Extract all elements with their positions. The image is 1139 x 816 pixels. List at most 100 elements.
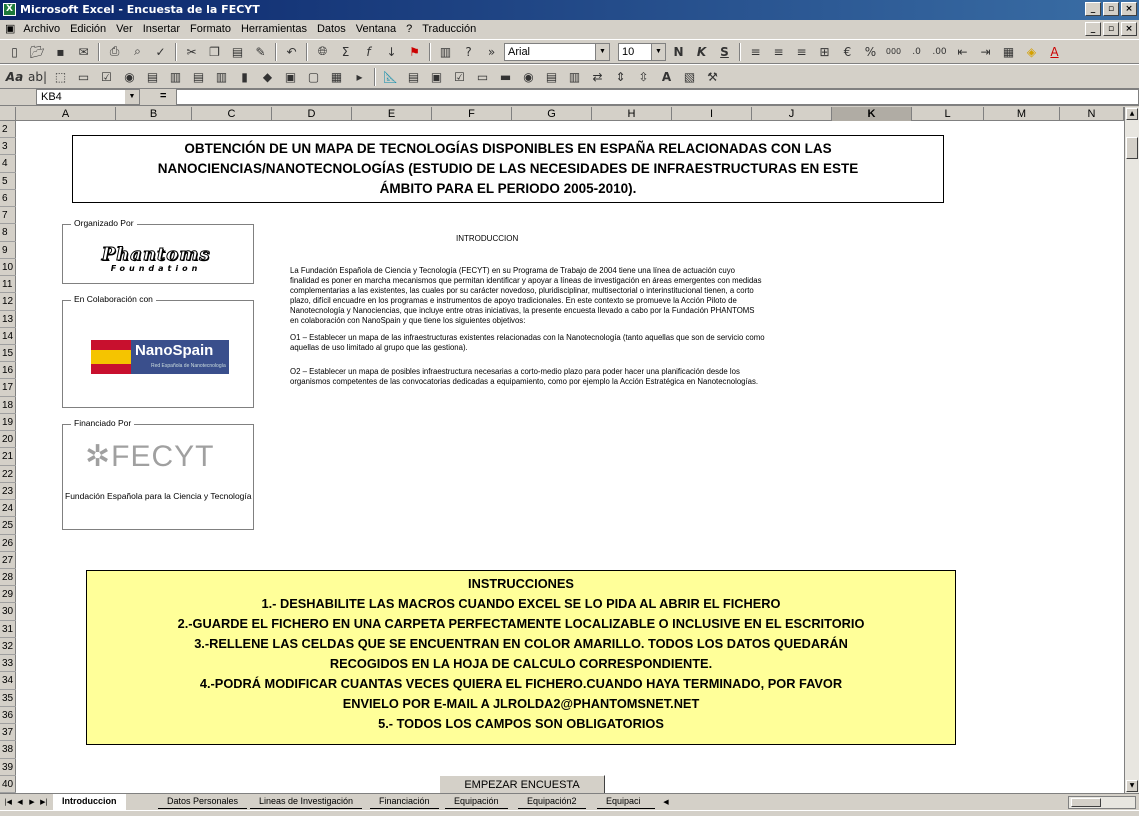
- increase-indent-icon[interactable]: ⇥: [975, 41, 996, 62]
- prev-sheet-icon[interactable]: ◀: [14, 796, 26, 808]
- row-header[interactable]: 37: [0, 724, 16, 742]
- merge-center-icon[interactable]: ⊞: [814, 41, 835, 62]
- increase-decimal-icon[interactable]: .0: [906, 41, 927, 62]
- first-sheet-icon[interactable]: |◀: [2, 796, 14, 808]
- column-header-f[interactable]: F: [432, 107, 512, 121]
- column-header-a[interactable]: A: [16, 107, 116, 121]
- autosum-icon[interactable]: Σ: [335, 41, 356, 62]
- row-header[interactable]: 14: [0, 328, 16, 345]
- workbook-close-icon[interactable]: ×: [1121, 22, 1137, 36]
- checkbox-control-icon[interactable]: ☑: [449, 66, 470, 87]
- print-icon[interactable]: ⎙: [104, 41, 125, 62]
- copy-icon[interactable]: ❐: [204, 41, 225, 62]
- column-header-e[interactable]: E: [352, 107, 432, 121]
- toolbar-options-icon[interactable]: »: [481, 41, 502, 62]
- row-header[interactable]: 40: [0, 776, 16, 793]
- row-header[interactable]: 32: [0, 638, 16, 656]
- menu-help[interactable]: ?: [401, 20, 417, 39]
- format-painter-icon[interactable]: ✎: [250, 41, 271, 62]
- row-header[interactable]: 33: [0, 655, 16, 673]
- fill-color-icon[interactable]: ◈: [1021, 41, 1042, 62]
- formula-input[interactable]: [176, 89, 1139, 105]
- align-right-icon[interactable]: ≡: [791, 41, 812, 62]
- tab-equipaci[interactable]: Equipaci: [597, 794, 655, 809]
- listbox-control-icon[interactable]: ▤: [541, 66, 562, 87]
- command-button-icon[interactable]: ▬: [495, 66, 516, 87]
- column-header-m[interactable]: M: [984, 107, 1060, 121]
- column-header-b[interactable]: B: [116, 107, 192, 121]
- spelling-icon[interactable]: ✓: [150, 41, 171, 62]
- tab-introduccion[interactable]: Introduccion: [53, 794, 126, 810]
- workbook-minimize-icon[interactable]: _: [1085, 22, 1101, 36]
- decrease-decimal-icon[interactable]: .00: [929, 41, 950, 62]
- properties-icon[interactable]: ▤: [403, 66, 424, 87]
- view-code-icon[interactable]: ▣: [426, 66, 447, 87]
- menu-insertar[interactable]: Insertar: [138, 20, 185, 39]
- row-header[interactable]: 38: [0, 741, 16, 759]
- edit-box-icon[interactable]: ab|: [27, 66, 48, 87]
- menu-herramientas[interactable]: Herramientas: [236, 20, 312, 39]
- scroll-up-icon[interactable]: ▲: [1126, 108, 1138, 120]
- menu-edicion[interactable]: Edición: [65, 20, 111, 39]
- row-header[interactable]: 11: [0, 276, 16, 294]
- scroll-thumb[interactable]: [1126, 137, 1138, 159]
- row-header[interactable]: 16: [0, 362, 16, 380]
- tab-financiacion[interactable]: Financiación: [370, 794, 439, 809]
- horizontal-scrollbar[interactable]: [1068, 796, 1136, 809]
- row-header[interactable]: 26: [0, 535, 16, 552]
- decrease-indent-icon[interactable]: ⇤: [952, 41, 973, 62]
- flag-icon[interactable]: ⚑: [404, 41, 425, 62]
- spin-control-icon[interactable]: ⇕: [610, 66, 631, 87]
- row-header[interactable]: 31: [0, 621, 16, 638]
- bold-button[interactable]: N: [668, 41, 689, 62]
- minimize-icon[interactable]: _: [1085, 2, 1101, 16]
- row-header[interactable]: 35: [0, 690, 16, 707]
- start-survey-button[interactable]: EMPEZAR ENCUESTA: [439, 775, 605, 793]
- tab-equipacion[interactable]: Equipación: [445, 794, 508, 809]
- column-header-l[interactable]: L: [912, 107, 984, 121]
- row-header[interactable]: 8: [0, 224, 16, 242]
- row-header[interactable]: 10: [0, 259, 16, 277]
- tab-equipacion2[interactable]: Equipación2: [518, 794, 586, 809]
- row-header[interactable]: 23: [0, 483, 16, 501]
- row-header[interactable]: 12: [0, 293, 16, 311]
- chevron-down-icon[interactable]: ▼: [651, 43, 665, 60]
- row-header[interactable]: 9: [0, 242, 16, 259]
- hyperlink-icon[interactable]: 🌐︎: [312, 41, 333, 62]
- row-header[interactable]: 30: [0, 603, 16, 621]
- chevron-down-icon[interactable]: ▼: [125, 90, 139, 104]
- last-sheet-icon[interactable]: ▶|: [38, 796, 50, 808]
- row-header[interactable]: 3: [0, 138, 16, 156]
- row-header[interactable]: 21: [0, 448, 16, 466]
- label-control-icon[interactable]: A: [656, 66, 677, 87]
- column-header-g[interactable]: G: [512, 107, 592, 121]
- tab-split-icon[interactable]: ◀: [660, 796, 672, 808]
- save-icon[interactable]: ▪: [50, 41, 71, 62]
- currency-icon[interactable]: €: [837, 41, 858, 62]
- chart-wizard-icon[interactable]: ▥: [435, 41, 456, 62]
- cut-icon[interactable]: ✂: [181, 41, 202, 62]
- print-preview-icon[interactable]: ⌕: [127, 41, 148, 62]
- select-all-corner[interactable]: [0, 107, 16, 121]
- sort-ascending-icon[interactable]: ↓: [381, 41, 402, 62]
- name-box[interactable]: KB4 ▼: [36, 89, 140, 105]
- help-icon[interactable]: ?: [458, 41, 479, 62]
- equals-sign[interactable]: =: [160, 90, 166, 102]
- menu-datos[interactable]: Datos: [312, 20, 351, 39]
- list-box-icon[interactable]: ▤: [142, 66, 163, 87]
- new-icon[interactable]: ▯: [4, 41, 25, 62]
- row-header[interactable]: 17: [0, 379, 16, 397]
- workbook-icon[interactable]: ▣: [2, 20, 18, 39]
- percent-button[interactable]: %: [860, 41, 881, 62]
- italic-button[interactable]: K: [691, 41, 712, 62]
- toggle-control-icon[interactable]: ⇄: [587, 66, 608, 87]
- menu-archivo[interactable]: Archivo: [18, 20, 65, 39]
- restore-icon[interactable]: ▫: [1103, 2, 1119, 16]
- control-properties-icon[interactable]: ▣: [280, 66, 301, 87]
- row-header[interactable]: 6: [0, 190, 16, 208]
- row-header[interactable]: 5: [0, 173, 16, 190]
- underline-button[interactable]: S: [714, 41, 735, 62]
- align-left-icon[interactable]: ≡: [745, 41, 766, 62]
- button-icon[interactable]: ▭: [73, 66, 94, 87]
- close-icon[interactable]: ×: [1121, 2, 1137, 16]
